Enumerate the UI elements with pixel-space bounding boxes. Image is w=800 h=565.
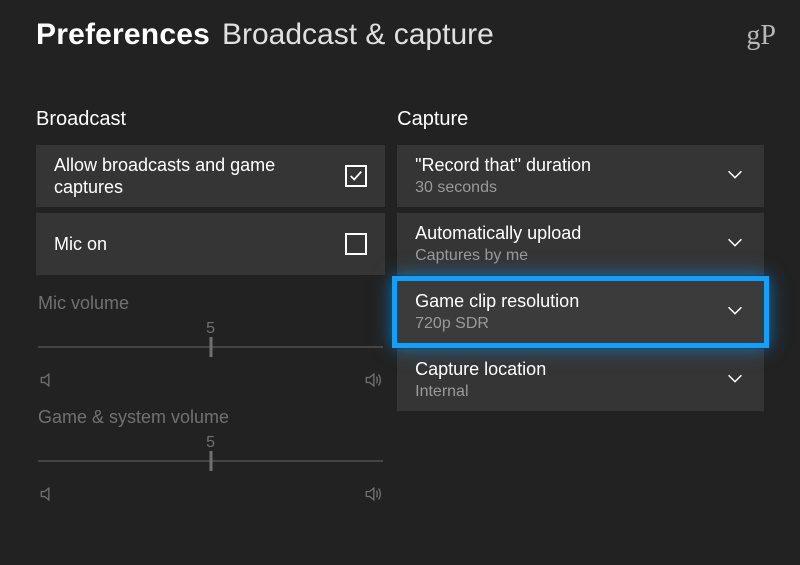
game-system-volume-group: Game & system volume 5 [36, 407, 385, 509]
capture-section: Capture "Record that" duration 30 second… [397, 108, 764, 509]
allow-broadcasts-label: Allow broadcasts and game captures [54, 154, 294, 199]
chevron-down-icon [724, 231, 746, 258]
allow-broadcasts-checkbox[interactable] [345, 165, 367, 187]
automatically-upload-label: Automatically upload [415, 222, 581, 245]
mic-volume-slider[interactable]: 5 [38, 320, 383, 370]
page-title-primary: Preferences [36, 18, 210, 52]
page-header: Preferences Broadcast & capture [36, 18, 764, 52]
chevron-down-icon [724, 299, 746, 326]
mic-volume-group: Mic volume 5 [36, 293, 385, 395]
record-that-duration-label: "Record that" duration [415, 154, 591, 177]
record-that-duration-row[interactable]: "Record that" duration 30 seconds [397, 145, 764, 207]
volume-mute-icon [38, 370, 58, 395]
chevron-down-icon [724, 367, 746, 394]
game-system-volume-value: 5 [206, 434, 215, 452]
game-system-volume-slider[interactable]: 5 [38, 434, 383, 484]
game-clip-resolution-row[interactable]: Game clip resolution 720p SDR [397, 281, 764, 343]
chevron-down-icon [724, 163, 746, 190]
slider-thumb[interactable] [209, 337, 212, 357]
broadcast-section: Broadcast Allow broadcasts and game capt… [36, 108, 385, 509]
allow-broadcasts-row[interactable]: Allow broadcasts and game captures [36, 145, 385, 207]
automatically-upload-value: Captures by me [415, 246, 581, 266]
capture-location-value: Internal [415, 382, 546, 402]
volume-high-icon [363, 370, 383, 395]
watermark: gP [746, 20, 776, 52]
mic-volume-title: Mic volume [38, 293, 383, 314]
automatically-upload-row[interactable]: Automatically upload Captures by me [397, 213, 764, 275]
mic-on-label: Mic on [54, 233, 107, 256]
slider-thumb[interactable] [209, 451, 212, 471]
volume-mute-icon [38, 484, 58, 509]
volume-high-icon [363, 484, 383, 509]
mic-volume-value: 5 [206, 320, 215, 338]
broadcast-section-title: Broadcast [36, 108, 385, 131]
record-that-duration-value: 30 seconds [415, 178, 591, 198]
game-system-volume-title: Game & system volume [38, 407, 383, 428]
capture-location-label: Capture location [415, 358, 546, 381]
mic-on-checkbox[interactable] [345, 233, 367, 255]
capture-section-title: Capture [397, 108, 764, 131]
game-clip-resolution-value: 720p SDR [415, 314, 579, 334]
checkmark-icon [349, 169, 363, 183]
mic-on-row[interactable]: Mic on [36, 213, 385, 275]
capture-location-row[interactable]: Capture location Internal [397, 349, 764, 411]
game-clip-resolution-label: Game clip resolution [415, 290, 579, 313]
page-title-secondary: Broadcast & capture [222, 18, 494, 52]
